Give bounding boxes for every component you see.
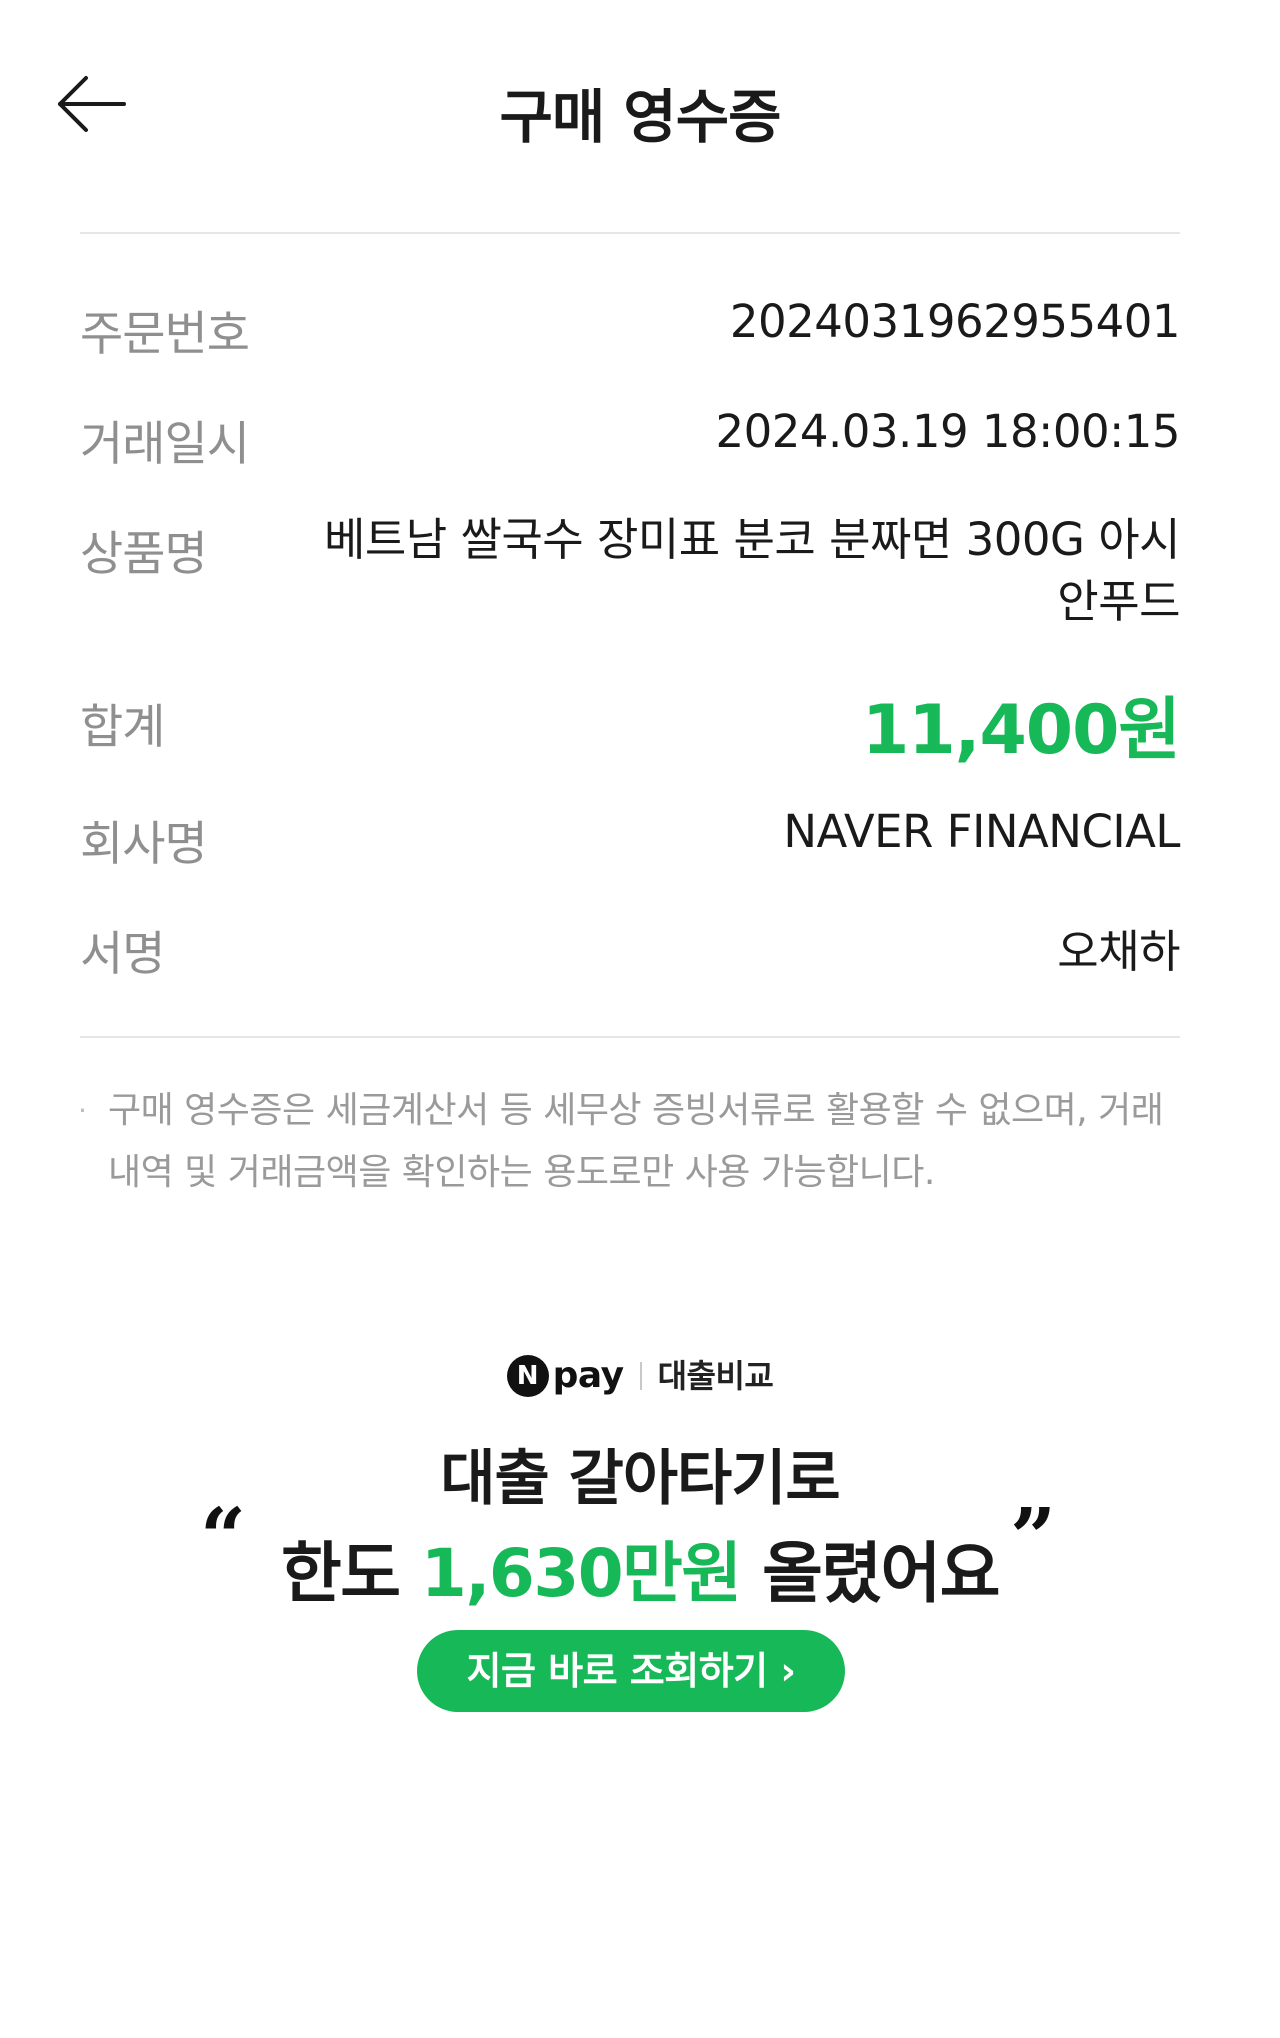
ad-headline-prefix: 한도 (281, 1535, 421, 1612)
transaction-date-value: 2024.03.19 18:00:15 (715, 405, 1180, 458)
signature-value: 오채하 (1057, 925, 1180, 978)
notice-text: 구매 영수증은 세금계산서 등 세무상 증빙서류로 활용할 수 없으며, 거래 … (108, 1090, 1164, 1193)
ad-headline-suffix: 올렸어요 (740, 1535, 1000, 1612)
brand-separator (639, 1362, 642, 1390)
close-quote-icon: ” (1010, 1490, 1057, 1584)
page-title: 구매 영수증 (499, 83, 782, 151)
divider (80, 1036, 1180, 1038)
product-name-label: 상품명 (80, 527, 208, 582)
ad-headline-amount: 1,630만원 (420, 1535, 742, 1612)
company-label: 회사명 (80, 817, 208, 872)
company-value: NAVER FINANCIAL (783, 805, 1180, 858)
loan-ad-banner[interactable]: Npay 대출비교 “ 대출 갈아타기로 한도 1,630만원 올렸어요 ” 지금… (0, 1330, 1280, 1730)
divider (80, 232, 1180, 234)
order-number-value: 2024031962955401 (729, 295, 1181, 348)
order-number-label: 주문번호 (80, 307, 250, 362)
receipt-notice: · 구매 영수증은 세금계산서 등 세무상 증빙서류로 활용할 수 없으며, 거… (78, 1080, 1178, 1204)
ad-headline-1: 대출 갈아타기로 (440, 1444, 840, 1514)
transaction-date-label: 거래일시 (80, 417, 250, 472)
pay-brand-text: pay (552, 1355, 624, 1396)
signature-label: 서명 (80, 927, 165, 982)
ad-brand: Npay 대출비교 (0, 1350, 1280, 1400)
total-amount: 11,400원 (862, 691, 1181, 770)
notice-bullet: · (78, 1094, 87, 1127)
header: 구매 영수증 (0, 0, 1280, 220)
total-label: 합계 (80, 700, 165, 755)
npay-logo-icon: N (506, 1355, 549, 1397)
check-now-button[interactable]: 지금 바로 조회하기 › (417, 1630, 845, 1712)
ad-headline-2: 한도 1,630만원 올렸어요 (0, 1520, 1280, 1616)
product-name-value: 베트남 쌀국수 장미표 분코 분짜면 300G 아시안푸드 (324, 513, 1181, 628)
ad-service-name: 대출비교 (657, 1357, 774, 1395)
